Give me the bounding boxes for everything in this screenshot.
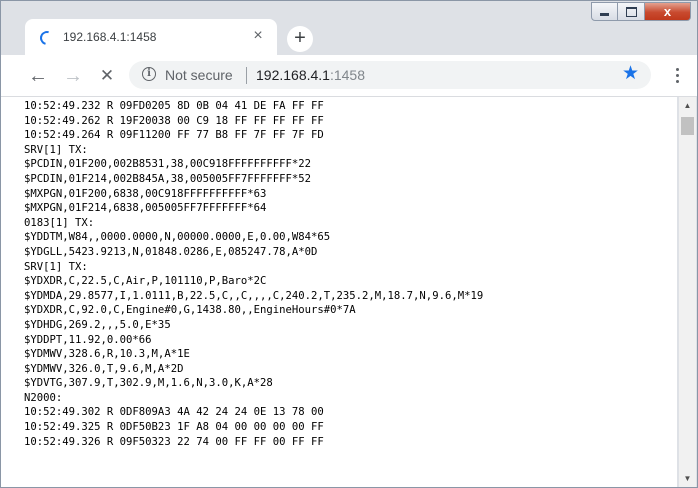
browser-tab[interactable]: 192.168.4.1:1458 × [25,19,277,55]
new-tab-button[interactable]: + [287,26,313,52]
log-line: $YDMWV,326.0,T,9.6,M,A*2D [24,362,184,375]
stop-icon[interactable]: ✕ [97,66,117,86]
log-line: 10:52:49.302 R 0DF809A3 4A 42 24 24 0E 1… [24,406,324,419]
minimize-icon [600,13,609,16]
window-controls: x [591,2,691,22]
page-content: 10:52:49.232 R 09FD0205 8D 0B 04 41 DE F… [1,97,677,487]
vertical-scrollbar[interactable]: ▲ ▼ [679,97,696,487]
log-output: 10:52:49.232 R 09FD0205 8D 0B 04 41 DE F… [1,97,677,449]
log-line: $YDDTM,W84,,0000.0000,N,00000.0000,E,0.0… [24,231,331,244]
maximize-icon [625,6,637,17]
log-line: SRV[1] TX: [24,143,88,156]
url-port: :1458 [329,67,366,83]
url-text[interactable]: 192.168.4.1:1458 [256,67,365,83]
log-line: $PCDIN,01F200,002B8531,38,00C918FFFFFFFF… [24,158,312,171]
toolbar: ← → ✕ i Not secure 192.168.4.1:1458 ★ [1,55,697,97]
log-line: $YDMWV,328.6,R,10.3,M,A*1E [24,348,190,361]
log-line: SRV[1] TX: [24,260,88,273]
window-close-icon: x [663,4,672,19]
plus-icon: + [294,27,306,49]
log-line: $YDDPT,11.92,0.00*66 [24,333,152,346]
log-line: $PCDIN,01F214,002B845A,38,005005FF7FFFFF… [24,172,312,185]
log-line: $YDXDR,C,22.5,C,Air,P,101110,P,Baro*2C [24,275,267,288]
info-icon[interactable]: i [142,67,156,81]
log-line: $YDMDA,29.8577,I,1.0111,B,22.5,C,,C,,,,C… [24,289,484,302]
scrollbar-thumb[interactable] [681,117,694,135]
url-host: 192.168.4.1 [256,67,330,83]
omnibox-divider [246,67,247,84]
log-line: 0183[1] TX: [24,216,95,229]
star-icon[interactable]: ★ [622,64,639,84]
security-status[interactable]: Not secure [165,67,233,83]
scroll-up-arrow-icon[interactable]: ▲ [679,97,696,114]
address-bar[interactable]: i Not secure 192.168.4.1:1458 ★ [129,61,651,89]
log-line: $YDVTG,307.9,T,302.9,M,1.6,N,3.0,K,A*28 [24,377,273,390]
log-line: $YDXDR,C,92.0,C,Engine#0,G,1438.80,,Engi… [24,304,356,317]
back-arrow-icon[interactable]: ← [28,66,48,86]
log-line: 10:52:49.264 R 09F11200 FF 77 B8 FF 7F F… [24,129,324,142]
browser-window: 192.168.4.1:1458 × + x ← → ✕ i Not secur… [0,0,698,488]
maximize-button[interactable] [618,2,645,21]
tab-title: 192.168.4.1:1458 [63,30,157,44]
log-line: 10:52:49.232 R 09FD0205 8D 0B 04 41 DE F… [24,100,324,112]
forward-arrow-icon[interactable]: → [63,66,83,86]
log-line: N2000: [24,391,63,404]
log-line: $YDGLL,5423.9213,N,01848.0286,E,085247.7… [24,245,318,258]
log-line: $YDHDG,269.2,,,5.0,E*35 [24,318,171,331]
window-close-button[interactable]: x [645,2,691,21]
menu-icon[interactable] [676,67,680,85]
log-line: 10:52:49.262 R 19F20038 00 C9 18 FF FF F… [24,114,324,127]
minimize-button[interactable] [591,2,618,21]
log-line: 10:52:49.325 R 0DF50B23 1F A8 04 00 00 0… [24,421,324,434]
scroll-down-arrow-icon[interactable]: ▼ [679,470,696,487]
log-line: $MXPGN,01F200,6838,00C918FFFFFFFFFF*63 [24,187,267,200]
log-line: $MXPGN,01F214,6838,005005FF7FFFFFFF*64 [24,202,267,215]
log-line: 10:52:49.326 R 09F50323 22 74 00 FF FF 0… [24,435,324,448]
close-icon[interactable]: × [249,27,267,45]
loading-spinner-icon [37,28,57,48]
tab-strip: 192.168.4.1:1458 × + x [1,1,697,55]
